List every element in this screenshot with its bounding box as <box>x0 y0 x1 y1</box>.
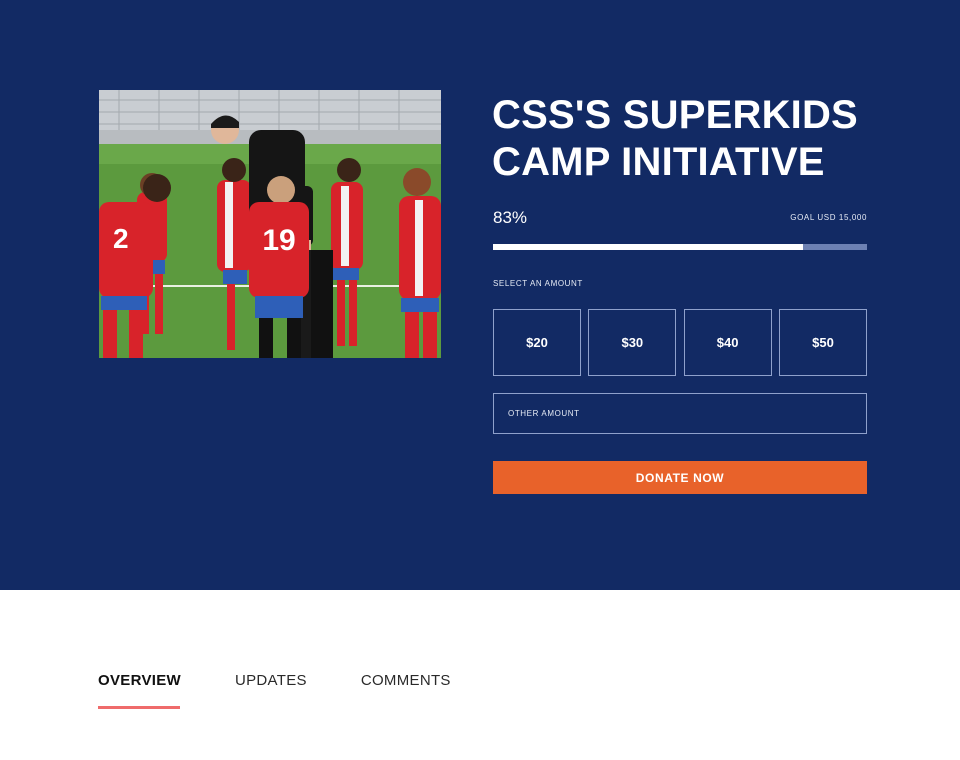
amount-button-30[interactable]: $30 <box>588 309 677 376</box>
campaign-photo: 19 2 <box>99 90 441 358</box>
amount-button-20[interactable]: $20 <box>493 309 581 376</box>
soccer-team-image: 19 2 <box>99 90 441 358</box>
hero-section: 19 2 CSS'S SUPERKIDS CAMP INITIATIVE 83%… <box>0 0 960 590</box>
goal-amount: GOAL USD 15,000 <box>790 213 867 222</box>
content-tabs: OVERVIEW UPDATES COMMENTS <box>98 672 505 712</box>
tab-overview[interactable]: OVERVIEW <box>98 672 181 712</box>
amount-options: $20 $30 $40 $50 <box>493 309 867 376</box>
active-tab-indicator <box>98 706 180 709</box>
tab-overview-label: OVERVIEW <box>98 672 181 689</box>
tab-comments[interactable]: COMMENTS <box>361 672 451 712</box>
amount-button-50[interactable]: $50 <box>778 309 867 376</box>
tab-updates[interactable]: UPDATES <box>235 672 307 712</box>
amount-button-40[interactable]: $40 <box>683 309 772 376</box>
campaign-title: CSS'S SUPERKIDS CAMP INITIATIVE <box>492 92 892 186</box>
donate-now-button[interactable]: DONATE NOW <box>493 461 867 494</box>
tab-updates-label: UPDATES <box>234 672 307 689</box>
campaign-title-line-2: CAMP INITIATIVE <box>492 140 825 184</box>
progress-percent: 83% <box>493 208 528 227</box>
campaign-title-line-1: CSS'S SUPERKIDS <box>492 93 858 137</box>
other-amount-input[interactable] <box>493 393 867 434</box>
select-amount-label: SELECT AN AMOUNT <box>493 279 583 288</box>
progress-bar-fill <box>493 244 804 250</box>
svg-text:19: 19 <box>262 224 295 257</box>
tab-comments-label: COMMENTS <box>360 672 451 689</box>
svg-text:2: 2 <box>113 223 129 254</box>
progress-bar <box>493 244 867 250</box>
